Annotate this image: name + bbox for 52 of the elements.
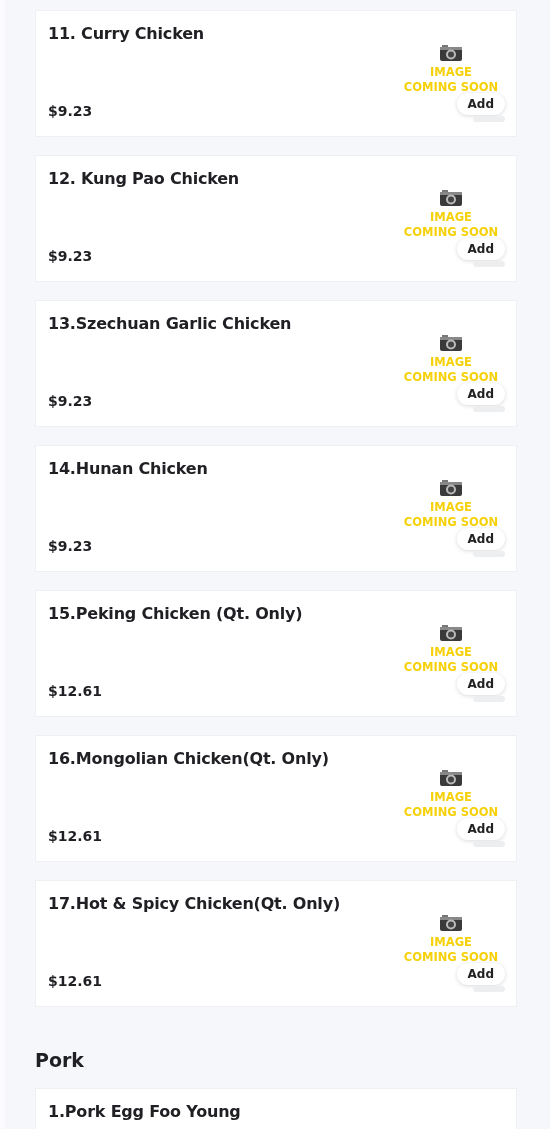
add-button[interactable]: Add xyxy=(456,238,505,260)
image-placeholder-text: COMING SOON xyxy=(403,225,499,240)
image-placeholder-text: IMAGE xyxy=(430,500,472,515)
add-button[interactable]: Add xyxy=(456,93,505,115)
menu-item-card[interactable]: 15.Peking Chicken (Qt. Only) $12.61 IMAGE COMING SOON Add xyxy=(35,590,517,717)
item-name: 12. Kung Pao Chicken xyxy=(48,169,241,188)
item-price: $12.61 xyxy=(48,828,104,844)
image-placeholder-text: IMAGE xyxy=(430,935,472,950)
image-placeholder-text: IMAGE xyxy=(430,645,472,660)
image-placeholder-text: COMING SOON xyxy=(403,370,499,385)
menu-item-card[interactable]: 1.Pork Egg Foo Young xyxy=(35,1088,517,1129)
menu-item-card[interactable]: 11. Curry Chicken $9.23 IMAGE COMING SOON Add xyxy=(35,10,517,137)
item-name: 14.Hunan Chicken xyxy=(48,459,209,478)
item-name: 11. Curry Chicken xyxy=(48,24,205,43)
image-placeholder-text: COMING SOON xyxy=(403,950,499,965)
image-placeholder-text: COMING SOON xyxy=(403,515,499,530)
item-price: $12.61 xyxy=(48,683,104,699)
add-button[interactable]: Add xyxy=(456,528,505,550)
item-name: 17.Hot & Spicy Chicken(Qt. Only) xyxy=(48,894,341,913)
item-price: $12.61 xyxy=(48,973,104,989)
menu-item-card[interactable]: 12. Kung Pao Chicken $9.23 IMAGE COMING SOON Add xyxy=(35,155,517,282)
menu-item-card[interactable]: 13.Szechuan Garlic Chicken $9.23 IMAGE COMING SOON Add xyxy=(35,300,517,427)
item-price: $9.23 xyxy=(48,248,94,264)
image-placeholder-text: IMAGE xyxy=(430,790,472,805)
menu-item-card[interactable]: 17.Hot & Spicy Chicken(Qt. Only) $12.61 IMAGE COMING SOON Add xyxy=(35,880,517,1007)
camera-icon xyxy=(439,189,463,207)
menu-item-card[interactable]: 14.Hunan Chicken $9.23 IMAGE COMING SOON Add xyxy=(35,445,517,572)
menu-item-card[interactable]: 16.Mongolian Chicken(Qt. Only) $12.61 IMAGE COMING SOON Add xyxy=(35,735,517,862)
camera-icon xyxy=(439,334,463,352)
item-name: 13.Szechuan Garlic Chicken xyxy=(48,314,293,333)
section-heading: Pork xyxy=(35,1049,85,1071)
item-name: 16.Mongolian Chicken(Qt. Only) xyxy=(48,749,330,768)
add-button[interactable]: Add xyxy=(456,963,505,985)
item-name: 1.Pork Egg Foo Young xyxy=(48,1102,242,1121)
image-placeholder-text: COMING SOON xyxy=(403,80,499,95)
camera-icon xyxy=(439,479,463,497)
camera-icon xyxy=(439,914,463,932)
image-placeholder-text: COMING SOON xyxy=(403,660,499,675)
image-placeholder-text: IMAGE xyxy=(430,65,472,80)
add-button[interactable]: Add xyxy=(456,383,505,405)
item-price: $9.23 xyxy=(48,393,94,409)
camera-icon xyxy=(439,624,463,642)
camera-icon xyxy=(439,769,463,787)
camera-icon xyxy=(439,44,463,62)
image-placeholder-text: COMING SOON xyxy=(403,805,499,820)
add-button[interactable]: Add xyxy=(456,673,505,695)
item-name: 15.Peking Chicken (Qt. Only) xyxy=(48,604,304,623)
add-button[interactable]: Add xyxy=(456,818,505,840)
item-price: $9.23 xyxy=(48,538,94,554)
item-price: $9.23 xyxy=(48,103,94,119)
image-placeholder-text: IMAGE xyxy=(430,210,472,225)
image-placeholder-text: IMAGE xyxy=(430,355,472,370)
